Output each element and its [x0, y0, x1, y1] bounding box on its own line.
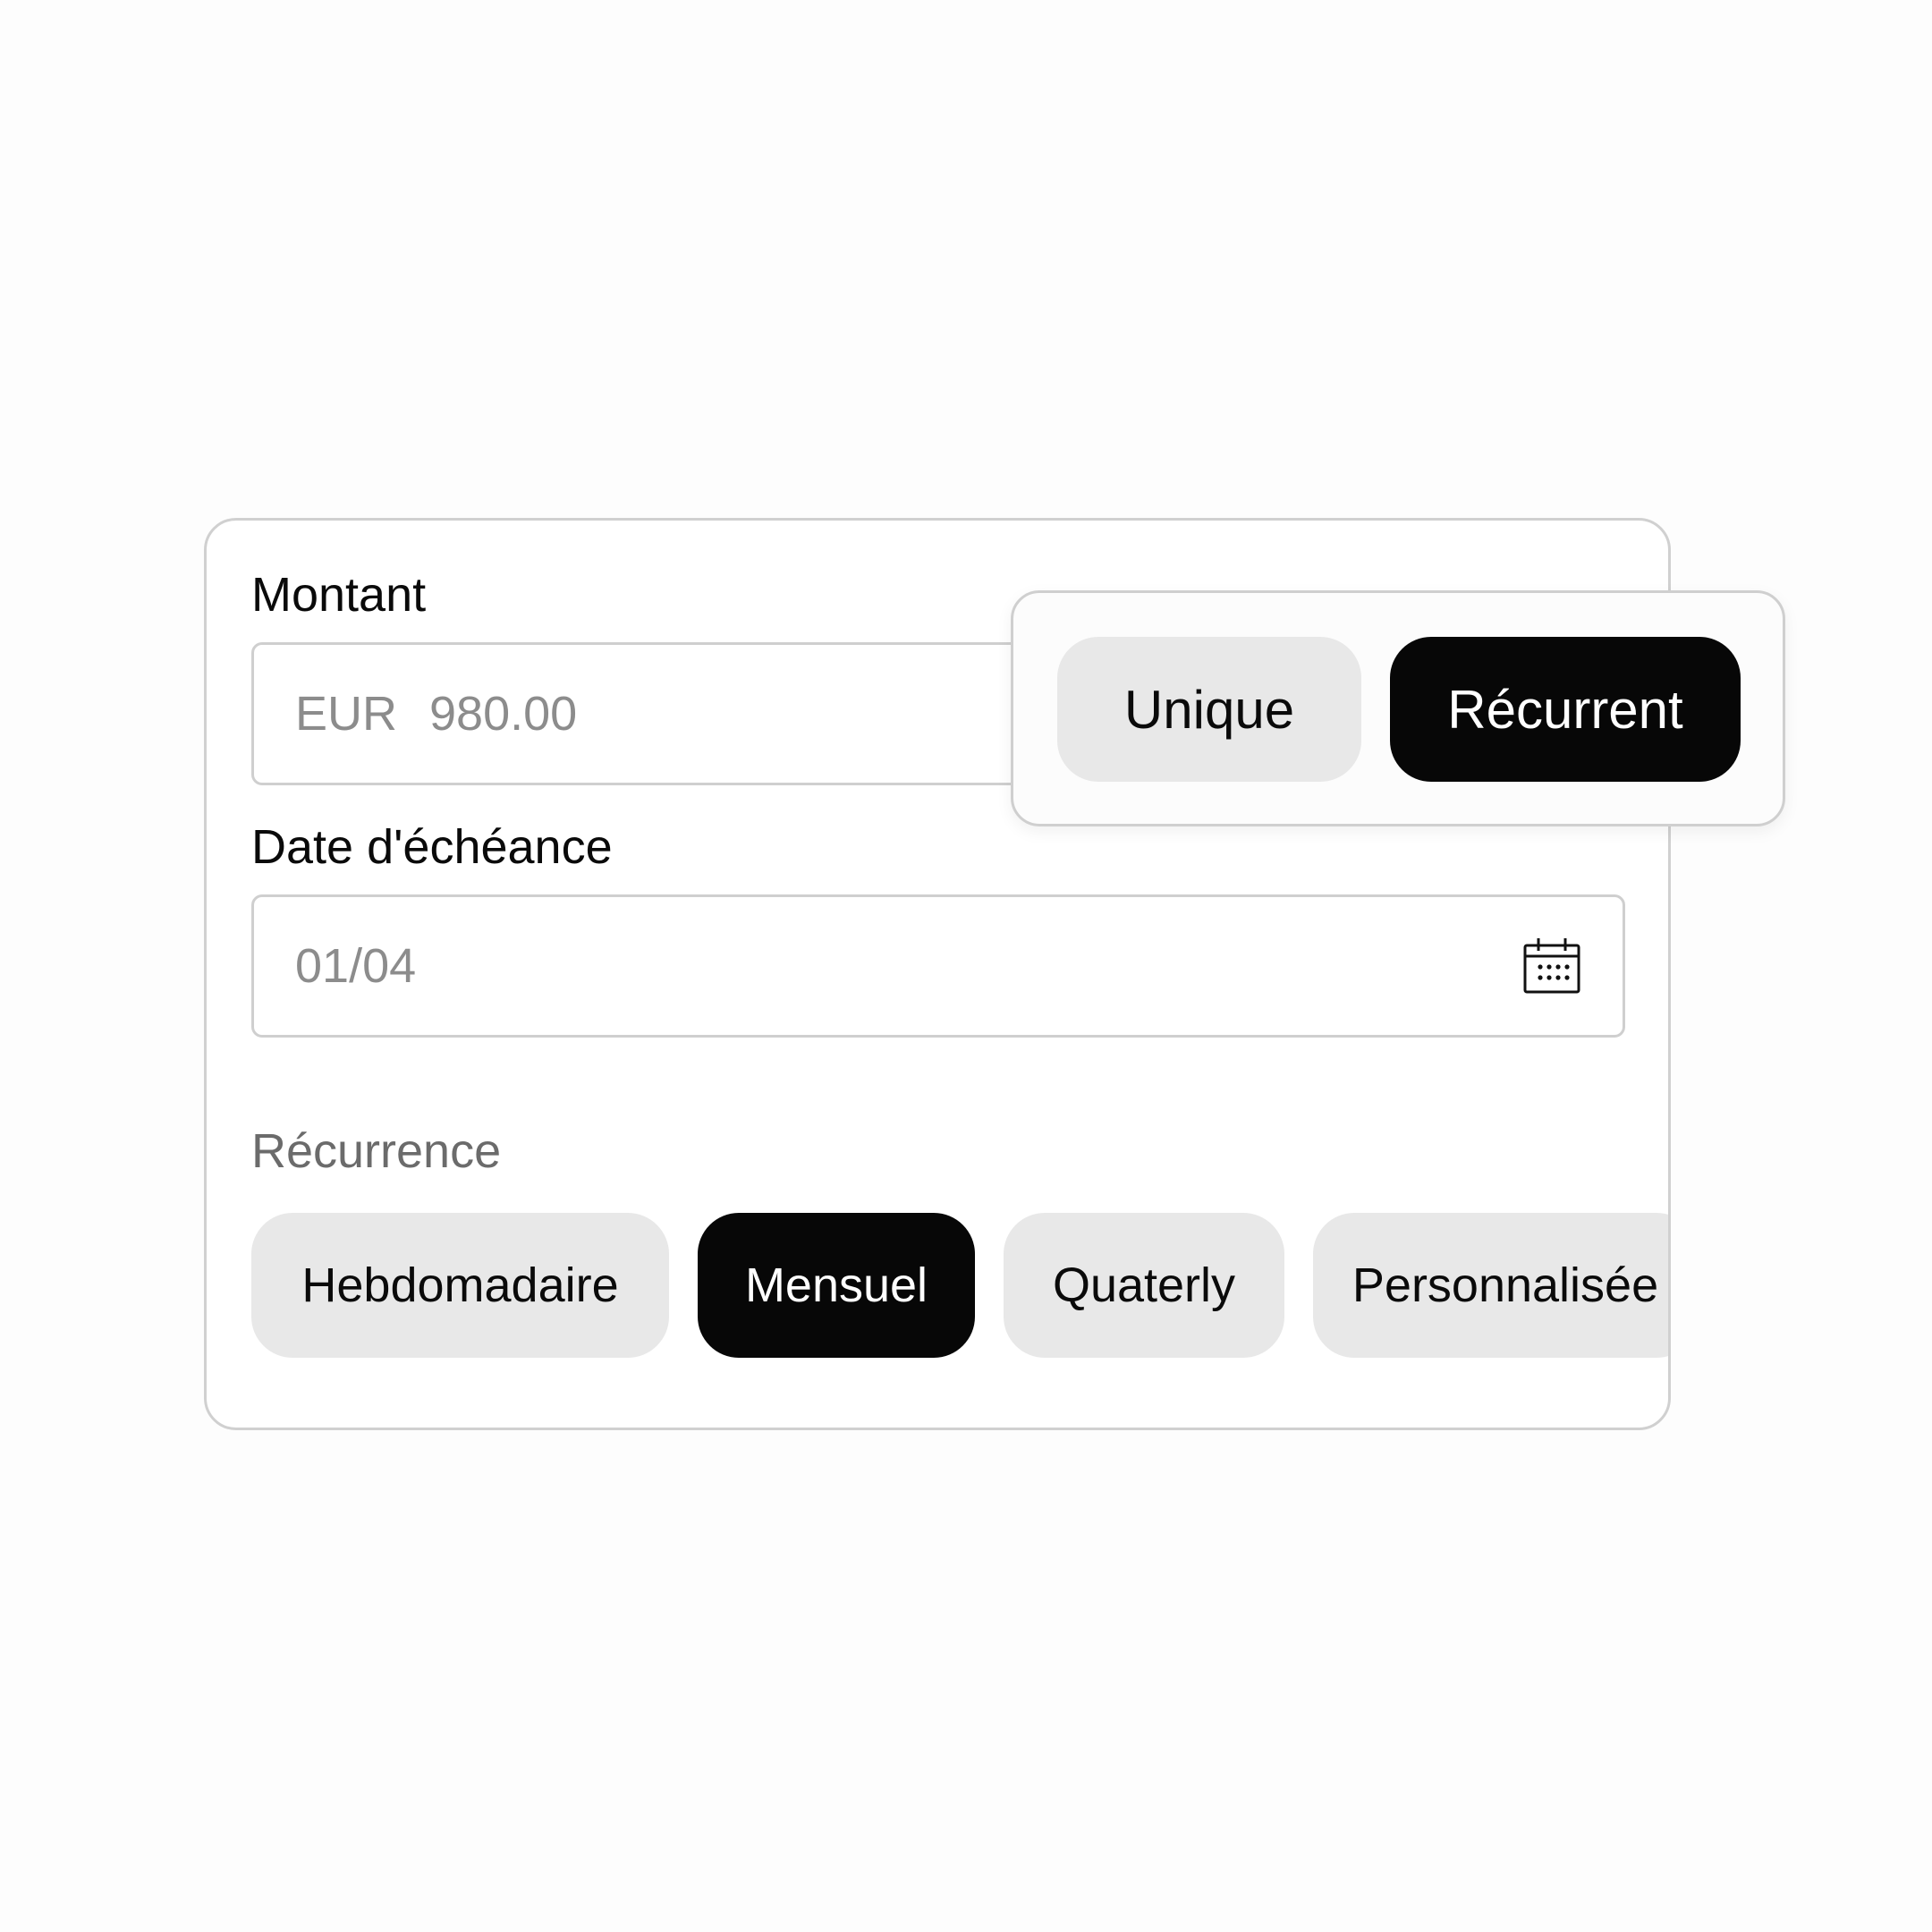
recurrence-option-quarterly[interactable]: Quaterly — [1004, 1213, 1284, 1358]
recurrence-option-custom[interactable]: Personnalisée — [1313, 1213, 1668, 1358]
amount-value: 980.00 — [429, 687, 578, 741]
amount-label: Montant — [251, 568, 427, 622]
payment-type-toggle: Unique Récurrent — [1011, 590, 1785, 826]
recurrence-option-weekly[interactable]: Hebdomadaire — [251, 1213, 669, 1358]
due-date-label: Date d'échéance — [251, 820, 613, 874]
toggle-unique[interactable]: Unique — [1057, 637, 1361, 782]
toggle-recurring[interactable]: Récurrent — [1390, 637, 1741, 782]
currency-code: EUR — [295, 687, 398, 741]
recurrence-label: Récurrence — [251, 1124, 502, 1178]
due-date-value: 01/04 — [295, 939, 417, 993]
recurrence-options: Hebdomadaire Mensuel Quaterly Personnali… — [251, 1213, 1668, 1358]
due-date-field[interactable]: 01/04 — [251, 894, 1625, 1038]
recurrence-option-monthly[interactable]: Mensuel — [698, 1213, 975, 1358]
calendar-icon[interactable] — [1522, 936, 1581, 996]
